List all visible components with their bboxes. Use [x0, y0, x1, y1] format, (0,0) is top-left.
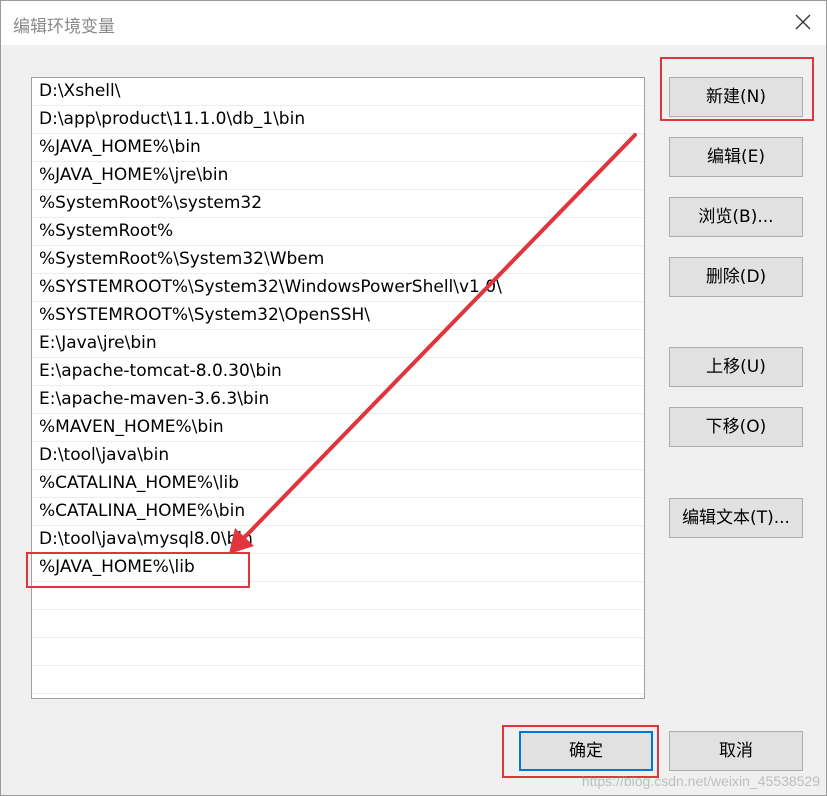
list-item[interactable]: %SYSTEMROOT%\System32\OpenSSH\ [32, 302, 644, 330]
cancel-button[interactable]: 取消 [669, 731, 803, 771]
list-item[interactable]: D:\Xshell\ [32, 78, 644, 106]
list-item[interactable]: %JAVA_HOME%\bin [32, 134, 644, 162]
edit-text-button[interactable]: 编辑文本(T)... [669, 498, 803, 538]
move-up-button[interactable]: 上移(U) [669, 347, 803, 387]
list-item[interactable]: %SystemRoot%\System32\Wbem [32, 246, 644, 274]
empty-row [32, 638, 644, 666]
close-button[interactable] [788, 7, 818, 37]
list-item[interactable]: %JAVA_HOME%\jre\bin [32, 162, 644, 190]
list-item[interactable]: %SYSTEMROOT%\System32\WindowsPowerShell\… [32, 274, 644, 302]
title-bar: 编辑环境变量 [1, 1, 826, 45]
list-item[interactable]: %CATALINA_HOME%\bin [32, 498, 644, 526]
list-item[interactable]: D:\app\product\11.1.0\db_1\bin [32, 106, 644, 134]
list-item[interactable]: %CATALINA_HOME%\lib [32, 470, 644, 498]
path-list[interactable]: D:\Xshell\ D:\app\product\11.1.0\db_1\bi… [31, 77, 645, 699]
list-item[interactable]: %MAVEN_HOME%\bin [32, 414, 644, 442]
dialog-title: 编辑环境变量 [13, 17, 115, 37]
delete-button[interactable]: 删除(D) [669, 257, 803, 297]
list-item[interactable]: D:\tool\java\mysql8.0\bin [32, 526, 644, 554]
list-item[interactable]: %SystemRoot%\system32 [32, 190, 644, 218]
edit-env-variable-dialog: 编辑环境变量 D:\Xshell\ D:\app\product\11.1.0\… [0, 0, 827, 796]
edit-button[interactable]: 编辑(E) [669, 137, 803, 177]
ok-button[interactable]: 确定 [519, 731, 653, 771]
watermark-text: https://blog.csdn.net/weixin_45538529 [581, 773, 820, 789]
list-item[interactable]: E:\apache-tomcat-8.0.30\bin [32, 358, 644, 386]
list-item[interactable]: E:\Java\jre\bin [32, 330, 644, 358]
empty-row [32, 582, 644, 610]
empty-row [32, 610, 644, 638]
browse-button[interactable]: 浏览(B)... [669, 197, 803, 237]
list-item[interactable]: D:\tool\java\bin [32, 442, 644, 470]
new-button[interactable]: 新建(N) [669, 77, 803, 117]
list-item[interactable]: %SystemRoot% [32, 218, 644, 246]
move-down-button[interactable]: 下移(O) [669, 407, 803, 447]
close-icon [795, 14, 811, 30]
list-item-new-entry[interactable]: %JAVA_HOME%\lib [32, 554, 644, 582]
empty-row [32, 666, 644, 694]
list-item[interactable]: E:\apache-maven-3.6.3\bin [32, 386, 644, 414]
